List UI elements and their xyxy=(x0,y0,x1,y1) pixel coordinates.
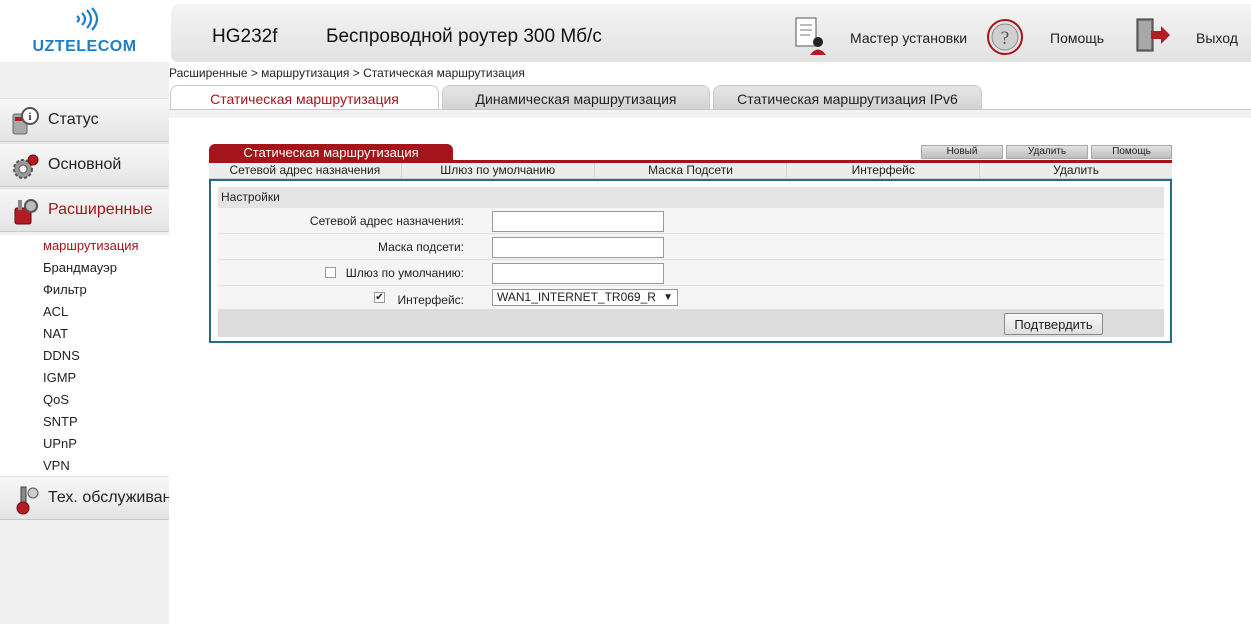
svg-text:i: i xyxy=(28,111,31,123)
help-link[interactable]: Помощь xyxy=(1050,30,1104,46)
interface-row: ✔ Интерфейс: WAN1_INTERNET_TR069_R ▼ xyxy=(218,286,1164,310)
interface-checkbox[interactable]: ✔ xyxy=(374,292,385,303)
sidebar-subitem-ddns[interactable]: DDNS xyxy=(0,345,169,367)
destination-address-input[interactable] xyxy=(492,211,664,232)
maintenance-icon xyxy=(16,486,39,515)
settings-panel: Настройки Сетевой адрес назначения: Маск… xyxy=(209,179,1172,343)
help-icon[interactable]: ? xyxy=(986,17,1024,57)
logo: UZTELECOM xyxy=(0,0,169,62)
sidebar-item-basic-label: Основной xyxy=(48,156,122,173)
tab-dynamic-routing[interactable]: Динамическая маршрутизация xyxy=(442,85,710,110)
tab-static-routing[interactable]: Статическая маршрутизация xyxy=(170,85,439,110)
destination-row: Сетевой адрес назначения: xyxy=(218,208,1164,234)
sidebar-subitem-sntp[interactable]: SNTP xyxy=(0,411,169,433)
column-header-destination: Сетевой адрес назначения xyxy=(209,163,402,178)
column-header-delete: Удалить xyxy=(1053,163,1099,177)
logout-icon[interactable] xyxy=(1133,16,1171,56)
sidebar-item-status[interactable]: i Статус xyxy=(0,98,169,142)
setup-wizard-link[interactable]: Мастер установки xyxy=(850,30,967,46)
routing-table-header: Сетевой адрес назначения Шлюз по умолчан… xyxy=(209,163,1172,179)
status-info-icon: i xyxy=(12,107,39,135)
logo-waves-icon xyxy=(76,7,99,31)
interface-select-value: WAN1_INTERNET_TR069_R xyxy=(497,290,656,304)
setup-wizard-icon[interactable] xyxy=(792,16,830,56)
sidebar-item-basic[interactable]: Основной xyxy=(0,143,169,187)
route-settings-form: Настройки Сетевой адрес назначения: Маск… xyxy=(218,187,1164,337)
sidebar-subitem-igmp[interactable]: IGMP xyxy=(0,367,169,389)
column-header-subnet-mask: Маска Подсети xyxy=(595,163,788,178)
subnet-mask-label: Маска подсети: xyxy=(377,240,464,254)
gear-icon xyxy=(13,154,39,179)
gateway-row: Шлюз по умолчанию: xyxy=(218,260,1164,286)
sidebar-item-status-label: Статус xyxy=(48,111,99,128)
sidebar-subitem-upnp[interactable]: UPnP xyxy=(0,433,169,455)
confirm-button[interactable]: Подтвердить xyxy=(1004,313,1103,335)
advanced-tools-icon xyxy=(14,199,38,225)
advanced-submenu: маршрутизация Брандмауэр Фильтр ACL NAT … xyxy=(0,235,169,477)
subnet-mask-input[interactable] xyxy=(492,237,664,258)
sidebar-subitem-vpn[interactable]: VPN xyxy=(0,455,169,477)
gateway-checkbox[interactable] xyxy=(325,267,336,278)
sidebar-subitem-routing[interactable]: маршрутизация xyxy=(0,235,169,257)
logout-link[interactable]: Выход xyxy=(1196,30,1238,46)
delete-route-button[interactable]: Удалить xyxy=(1006,145,1088,159)
table-help-button[interactable]: Помощь xyxy=(1091,145,1172,159)
logo-text: UZTELECOM xyxy=(32,38,137,55)
sidebar-item-maintenance[interactable]: Тех. обслуживан xyxy=(0,476,169,520)
sidebar-item-advanced[interactable]: Расширенные xyxy=(0,188,169,232)
sidebar-subitem-filter[interactable]: Фильтр xyxy=(0,279,169,301)
column-header-gateway: Шлюз по умолчанию xyxy=(402,163,595,178)
top-header: HG232f Беспроводной роутер 300 Мб/с Маст… xyxy=(169,4,1251,62)
sidebar-subitem-nat[interactable]: NAT xyxy=(0,323,169,345)
column-header-interface: Интерфейс xyxy=(787,163,981,178)
routing-table-title: Статическая маршрутизация xyxy=(209,144,453,161)
svg-text:?: ? xyxy=(1001,28,1009,49)
gateway-label: Шлюз по умолчанию: xyxy=(345,266,464,280)
destination-label: Сетевой адрес назначения: xyxy=(309,214,464,228)
tab-bar: Статическая маршрутизация Динамическая м… xyxy=(169,85,1251,110)
sidebar-item-advanced-label: Расширенные xyxy=(48,201,153,218)
sidebar-subitem-acl[interactable]: ACL xyxy=(0,301,169,323)
device-model: HG232f xyxy=(212,26,278,47)
content-top-strip xyxy=(169,110,1251,118)
interface-select[interactable]: WAN1_INTERNET_TR069_R ▼ xyxy=(492,289,678,306)
sidebar-item-maintenance-label: Тех. обслуживан xyxy=(48,489,169,506)
sidebar: UZTELECOM i Статус Основной Расширенные … xyxy=(0,0,169,624)
form-actions: Подтвердить xyxy=(218,310,1164,337)
interface-label: Интерфейс: xyxy=(397,293,464,307)
new-route-button[interactable]: Новый xyxy=(921,145,1003,159)
sidebar-subitem-qos[interactable]: QoS xyxy=(0,389,169,411)
product-title: Беспроводной роутер 300 Мб/с xyxy=(326,26,602,47)
subnet-mask-row: Маска подсети: xyxy=(218,234,1164,260)
sidebar-subitem-firewall[interactable]: Брандмауэр xyxy=(0,257,169,279)
settings-section-title: Настройки xyxy=(218,187,1164,208)
dropdown-arrow-icon: ▼ xyxy=(663,292,673,303)
tab-static-routing-ipv6[interactable]: Статическая маршрутизация IPv6 xyxy=(713,85,982,110)
breadcrumb: Расширенные > маршрутизация > Статическа… xyxy=(169,66,525,80)
gateway-input[interactable] xyxy=(492,263,664,284)
